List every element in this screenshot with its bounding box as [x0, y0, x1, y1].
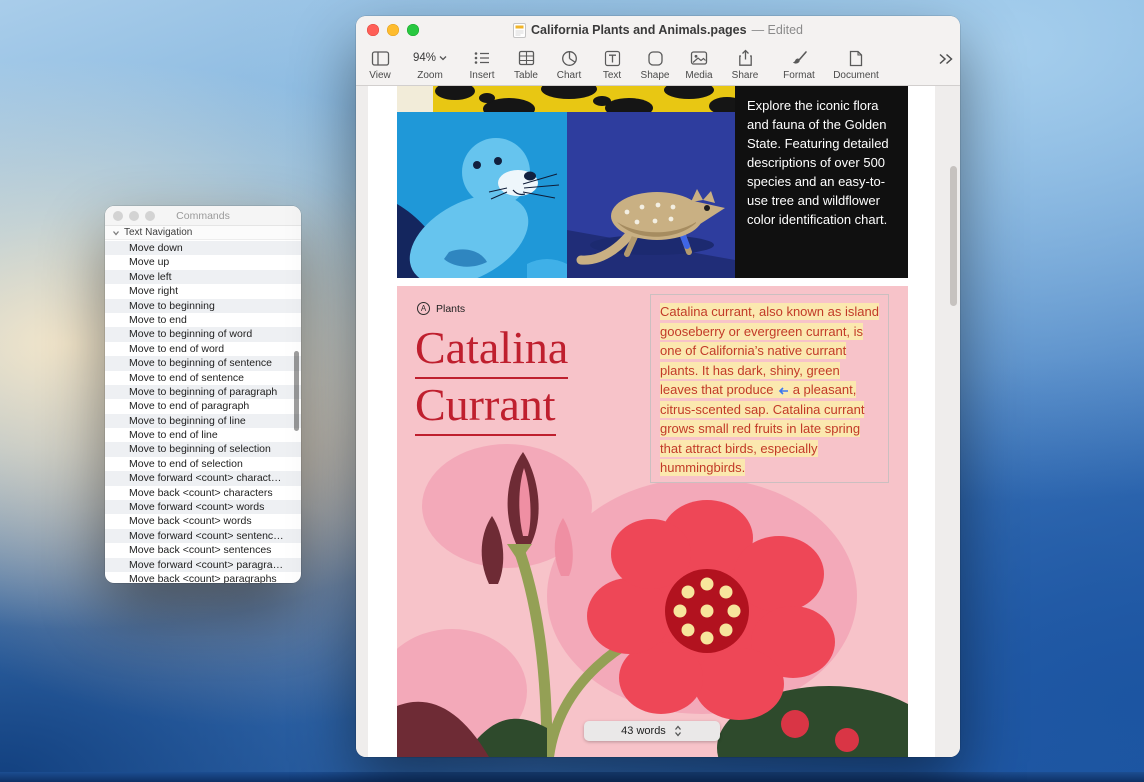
pages-content-area: Explore the iconic flora and fauna of th… — [356, 86, 960, 757]
intro-text: Explore the iconic flora and fauna of th… — [747, 98, 889, 227]
article-title-line1: Catalina — [415, 322, 568, 379]
command-list-item[interactable]: Move to beginning of selection — [105, 442, 301, 456]
document-proxy-icon — [513, 23, 526, 38]
window-controls-inactive — [113, 211, 155, 221]
toolbar-chart-button[interactable]: Chart — [545, 48, 593, 81]
pattern-image[interactable] — [397, 86, 735, 112]
insertion-marker-icon — [778, 386, 789, 396]
shape-icon — [647, 48, 664, 68]
command-list-item[interactable]: Move back <count> sentences — [105, 543, 301, 557]
intro-text-box[interactable]: Explore the iconic flora and fauna of th… — [735, 86, 908, 278]
close-button[interactable] — [367, 24, 379, 36]
commands-window-title: Commands — [176, 210, 230, 222]
command-list-item[interactable]: Move to end of line — [105, 428, 301, 442]
command-list-item[interactable]: Move to end of sentence — [105, 371, 301, 385]
minimize-button[interactable] — [387, 24, 399, 36]
document-page: Explore the iconic flora and fauna of th… — [368, 86, 935, 757]
body-text-box[interactable]: Catalina currant, also known as island g… — [650, 294, 889, 483]
command-list-item[interactable]: Move to end — [105, 313, 301, 327]
format-brush-icon — [791, 48, 808, 68]
document-page-icon — [849, 48, 863, 68]
command-list-item[interactable]: Move right — [105, 284, 301, 298]
command-list-item[interactable]: Move to beginning of line — [105, 414, 301, 428]
text-icon — [604, 48, 621, 68]
toolbar-document-button[interactable]: Document — [832, 48, 880, 81]
command-list-item[interactable]: Move down — [105, 241, 301, 255]
pages-window-header: California Plants and Animals.pages — Ed… — [356, 16, 960, 86]
double-chevron-right-icon — [938, 52, 954, 66]
command-list-item[interactable]: Move left — [105, 270, 301, 284]
command-list-item[interactable]: Move back <count> words — [105, 514, 301, 528]
command-list-item[interactable]: Move to end of paragraph — [105, 399, 301, 413]
minimize-button-inactive — [129, 211, 139, 221]
commands-scrollbar-thumb[interactable] — [294, 351, 299, 431]
article-title[interactable]: Catalina Currant — [415, 322, 568, 436]
command-list-item[interactable]: Move up — [105, 255, 301, 269]
command-list-item[interactable]: Move forward <count> paragra… — [105, 558, 301, 572]
highlighted-text: Catalina currant, also known as island g… — [660, 303, 879, 476]
toolbar-media-button[interactable]: Media — [675, 48, 723, 81]
command-list-item[interactable]: Move back <count> characters — [105, 486, 301, 500]
media-photo-icon — [690, 48, 708, 68]
view-sidebar-icon — [371, 48, 390, 68]
chart-pie-icon — [561, 48, 578, 68]
commands-titlebar[interactable]: Commands — [105, 206, 301, 226]
pages-scrollbar-thumb[interactable] — [950, 166, 957, 306]
toolbar-view-button[interactable]: View — [356, 48, 404, 81]
word-count-value: 43 words — [621, 725, 666, 737]
toolbar-format-button[interactable]: Format — [775, 48, 823, 81]
seal-illustration[interactable] — [397, 112, 567, 278]
close-button-inactive — [113, 211, 123, 221]
command-list-item[interactable]: Move back <count> paragraphs — [105, 572, 301, 583]
toolbar-insert-button[interactable]: Insert — [458, 48, 506, 81]
toolbar-overflow-button[interactable] — [938, 52, 954, 66]
lizard-illustration[interactable] — [567, 112, 735, 278]
toolbar-text-button[interactable]: Text — [588, 48, 636, 81]
window-title: California Plants and Animals.pages — [531, 23, 747, 37]
window-controls — [367, 24, 419, 36]
chevron-down-icon — [439, 55, 447, 61]
command-list-item[interactable]: Move to beginning of sentence — [105, 356, 301, 370]
share-icon — [738, 48, 753, 68]
command-list-item[interactable]: Move forward <count> words — [105, 500, 301, 514]
command-list-item[interactable]: Move to beginning — [105, 299, 301, 313]
category-badge[interactable]: A Plants — [417, 302, 465, 315]
toolbar-table-button[interactable]: Table — [502, 48, 550, 81]
commands-window: Commands Text Navigation Move down Move … — [105, 206, 301, 583]
command-list-item[interactable]: Move to end of word — [105, 342, 301, 356]
command-list-item[interactable]: Move to beginning of paragraph — [105, 385, 301, 399]
section-header-text-navigation[interactable]: Text Navigation — [105, 226, 301, 240]
toolbar-zoom-dropdown[interactable]: 94% Zoom — [406, 48, 454, 81]
category-label: Plants — [436, 303, 465, 315]
window-edited-state: — Edited — [752, 23, 803, 37]
insert-list-icon — [473, 48, 491, 68]
toolbar-share-button[interactable]: Share — [721, 48, 769, 81]
table-icon — [518, 48, 535, 68]
plants-section: A Plants Catalina Currant — [397, 286, 908, 757]
pages-titlebar[interactable]: California Plants and Animals.pages — Ed… — [356, 16, 960, 44]
command-list-item[interactable]: Move forward <count> sentenc… — [105, 529, 301, 543]
zoom-button-inactive — [145, 211, 155, 221]
zoom-value: 94% — [413, 52, 436, 64]
category-letter: A — [417, 302, 430, 315]
command-list-item[interactable]: Move to end of selection — [105, 457, 301, 471]
fullscreen-button[interactable] — [407, 24, 419, 36]
word-count-dropdown[interactable]: 43 words — [584, 721, 720, 741]
up-down-chevrons-icon — [674, 725, 682, 737]
section-label: Text Navigation — [124, 227, 192, 238]
command-list-item[interactable]: Move to beginning of word — [105, 327, 301, 341]
pages-window: California Plants and Animals.pages — Ed… — [356, 16, 960, 757]
toolbar-shape-button[interactable]: Shape — [631, 48, 679, 81]
chevron-down-icon — [112, 229, 120, 237]
commands-list: Move down Move up Move left Move right M… — [105, 241, 301, 583]
command-list-item[interactable]: Move forward <count> charact… — [105, 471, 301, 485]
